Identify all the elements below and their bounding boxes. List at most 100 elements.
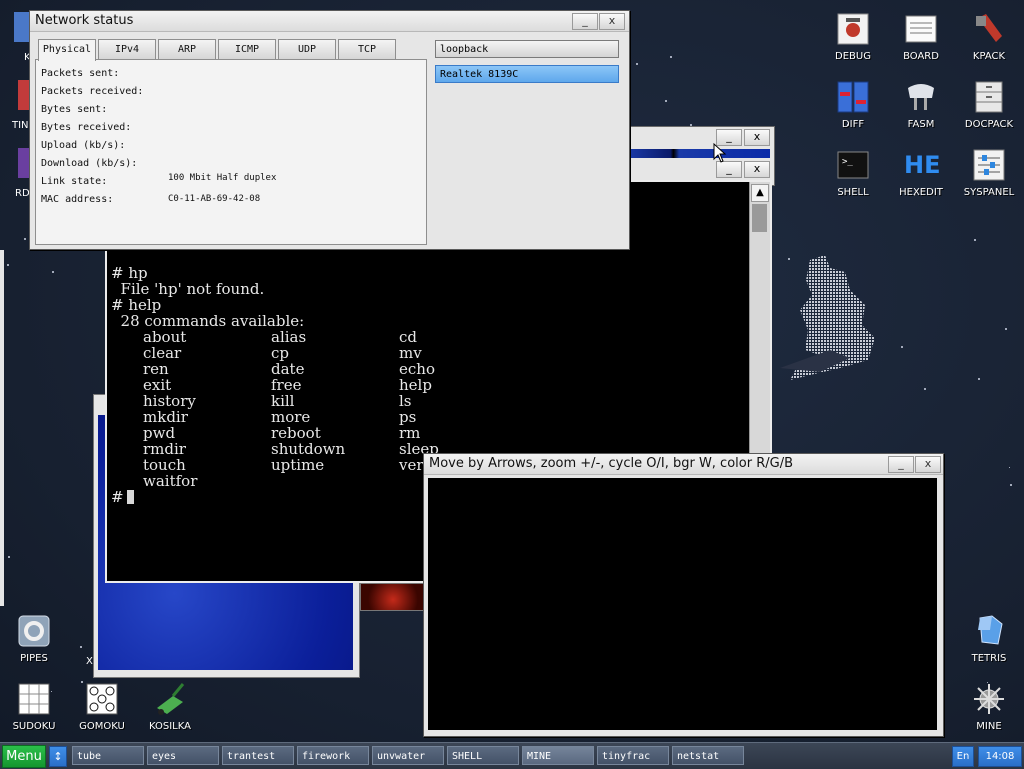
title-bar[interactable]: Network status _ x bbox=[30, 11, 629, 32]
task-tube[interactable]: tube bbox=[72, 746, 144, 765]
desktop-icon-pipes[interactable]: PIPES bbox=[0, 614, 68, 664]
icon-label: PIPES bbox=[20, 653, 48, 664]
svg-text:>_: >_ bbox=[842, 157, 853, 167]
taskbar: Menu ↕ tube eyes trantest firework unvwa… bbox=[0, 742, 1024, 769]
language-indicator[interactable]: En bbox=[952, 746, 974, 767]
desktop-icon-board[interactable]: BOARD bbox=[887, 12, 955, 62]
field-label: Packets sent: bbox=[41, 68, 120, 79]
desktop-icon-diff[interactable]: DIFF bbox=[819, 80, 887, 130]
field-label: MAC address: bbox=[41, 194, 114, 205]
minimize-button[interactable]: _ bbox=[572, 13, 598, 30]
icon-label: DOCPACK bbox=[964, 119, 1014, 130]
star-decoration bbox=[901, 346, 903, 348]
window-title: Move by Arrows, zoom +/-, cycle O/I, bgr… bbox=[429, 456, 793, 471]
desktop-icon-docpack[interactable]: DOCPACK bbox=[955, 80, 1023, 130]
task-unvwater[interactable]: unvwater bbox=[372, 746, 444, 765]
task-shell[interactable]: SHELL bbox=[447, 746, 519, 765]
desktop-icon-debug[interactable]: DEBUG bbox=[819, 12, 887, 62]
task-eyes[interactable]: eyes bbox=[147, 746, 219, 765]
desktop-icon-fasm[interactable]: FASM bbox=[887, 80, 955, 130]
viewer-window[interactable]: Move by Arrows, zoom +/-, cycle O/I, bgr… bbox=[423, 453, 944, 737]
icon-label: SHELL bbox=[837, 187, 869, 198]
close-button[interactable]: x bbox=[599, 13, 625, 30]
desktop-icon-kpack[interactable]: KPACK bbox=[955, 12, 1023, 62]
star-decoration bbox=[974, 239, 976, 241]
minimize-button[interactable]: _ bbox=[888, 456, 914, 473]
command-name: uptime bbox=[271, 456, 325, 474]
icon-label: KPACK bbox=[972, 51, 1006, 62]
fasm-icon bbox=[904, 80, 938, 114]
tetris-icon bbox=[972, 614, 1006, 648]
link-state-value: 100 Mbit Half duplex bbox=[168, 173, 277, 182]
desktop-icon-kosilka[interactable]: KOSILKA bbox=[136, 682, 204, 732]
up-arrow-icon[interactable]: ↕ bbox=[49, 746, 67, 767]
desktop-icon-mine[interactable]: MINE bbox=[955, 682, 1023, 732]
task-tinyfrac[interactable]: tinyfrac bbox=[597, 746, 669, 765]
star-decoration bbox=[924, 388, 926, 390]
icon-label: HEXEDIT bbox=[899, 187, 943, 198]
pipes-icon bbox=[17, 614, 51, 648]
shell-cursor[interactable] bbox=[127, 490, 134, 504]
interface-realtek[interactable]: Realtek 8139C bbox=[435, 65, 619, 83]
mine-icon bbox=[972, 682, 1006, 716]
desktop-icon-syspanel[interactable]: SYSPANEL bbox=[955, 148, 1023, 198]
kosilka-icon bbox=[153, 682, 187, 716]
star-decoration bbox=[80, 646, 82, 648]
tab-ipv4[interactable]: IPv4 bbox=[98, 39, 156, 60]
viewer-canvas[interactable] bbox=[428, 478, 937, 730]
field-label: Download (kb/s): bbox=[41, 158, 138, 169]
scroll-thumb[interactable] bbox=[752, 204, 767, 232]
star-decoration bbox=[978, 378, 980, 380]
icon-label: KOSILKA bbox=[149, 721, 191, 732]
close-button[interactable]: x bbox=[744, 129, 770, 146]
task-netstat[interactable]: netstat bbox=[672, 746, 744, 765]
docpack-icon bbox=[972, 80, 1006, 114]
tab-icmp[interactable]: ICMP bbox=[218, 39, 276, 60]
close-button[interactable]: x bbox=[915, 456, 941, 473]
window-title: Network status bbox=[35, 13, 134, 28]
window-background-app[interactable]: _ x _ x bbox=[627, 126, 775, 186]
tab-arp[interactable]: ARP bbox=[158, 39, 216, 60]
desktop-icon-tetris[interactable]: TETRIS bbox=[955, 614, 1023, 664]
task-mine[interactable]: MINE bbox=[522, 746, 594, 765]
tab-tcp[interactable]: TCP bbox=[338, 39, 396, 60]
tab-physical[interactable]: Physical bbox=[38, 39, 96, 61]
hexedit-icon: HE bbox=[904, 151, 941, 179]
interface-loopback[interactable]: loopback bbox=[435, 40, 619, 58]
menu-button[interactable]: Menu bbox=[2, 745, 46, 768]
icon-label: SUDOKU bbox=[12, 721, 56, 732]
star-decoration bbox=[665, 100, 667, 102]
mac-address-value: C0-11-AB-69-42-08 bbox=[168, 194, 261, 204]
desktop-icon-gomoku[interactable]: GOMOKU bbox=[68, 682, 136, 732]
task-firework[interactable]: firework bbox=[297, 746, 369, 765]
icon-label: MINE bbox=[976, 721, 1002, 732]
field-label: Bytes received: bbox=[41, 122, 132, 133]
blue-strip bbox=[628, 149, 770, 158]
title-bar[interactable]: Move by Arrows, zoom +/-, cycle O/I, bgr… bbox=[424, 454, 943, 475]
scroll-up-icon[interactable]: ▲ bbox=[751, 184, 769, 202]
minimize-button[interactable]: _ bbox=[716, 161, 742, 178]
desktop-icon-partial-k[interactable] bbox=[14, 12, 30, 42]
icon-label: X bbox=[86, 656, 93, 667]
icon-label: BOARD bbox=[903, 51, 939, 62]
network-status-window[interactable]: Network status _ x Physical IPv4 ARP ICM… bbox=[29, 10, 630, 250]
shell-prompt: # bbox=[111, 488, 124, 506]
close-button[interactable]: x bbox=[744, 161, 770, 178]
window-firework[interactable] bbox=[360, 583, 426, 611]
desktop-icon-hexedit[interactable]: HE HEXEDIT bbox=[887, 148, 955, 198]
task-trantest[interactable]: trantest bbox=[222, 746, 294, 765]
sudoku-icon bbox=[17, 682, 51, 716]
icon-label: TETRIS bbox=[971, 653, 1007, 664]
icon-label: SYSPANEL bbox=[963, 187, 1015, 198]
clock[interactable]: 14:08 bbox=[978, 746, 1022, 767]
desktop-icon-shell[interactable]: >_ SHELL bbox=[819, 148, 887, 198]
desktop-icon-sudoku[interactable]: SUDOKU bbox=[0, 682, 68, 732]
shell-icon: >_ bbox=[836, 148, 870, 182]
field-label: Link state: bbox=[41, 176, 108, 187]
field-label: Packets received: bbox=[41, 86, 144, 97]
tab-udp[interactable]: UDP bbox=[278, 39, 336, 60]
gomoku-icon bbox=[85, 682, 119, 716]
icon-label: TIN bbox=[12, 120, 29, 131]
board-icon bbox=[904, 12, 938, 46]
tree-decoration bbox=[780, 255, 875, 380]
